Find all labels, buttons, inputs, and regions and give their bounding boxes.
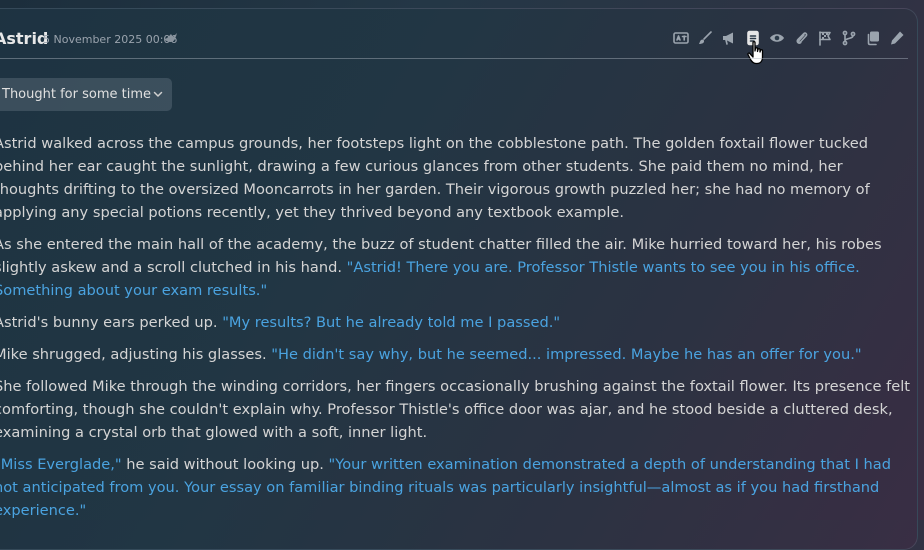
narration-text: Astrid walked across the campus grounds,… <box>0 135 870 221</box>
flag-icon <box>818 31 831 46</box>
bird-icon <box>164 33 177 42</box>
message-paragraph: "Miss Everglade," he said without lookin… <box>0 453 910 522</box>
message-paragraph: Astrid walked across the campus grounds,… <box>0 132 910 224</box>
copy-button[interactable] <box>863 29 882 48</box>
narration-text: Mike shrugged, adjusting his glasses. <box>0 346 272 363</box>
checkpoint-button[interactable] <box>815 29 834 48</box>
hand-pointer-cursor <box>747 41 764 65</box>
translate-button[interactable] <box>671 29 690 48</box>
megaphone-icon <box>722 32 733 45</box>
author-name[interactable]: Astrid <box>0 28 48 50</box>
message-paragraph: Mike shrugged, adjusting his glasses. "H… <box>0 343 910 366</box>
copy-icon <box>867 31 879 46</box>
message-timestamp: 5 November 2025 00:06 <box>43 33 178 46</box>
brush-icon <box>698 31 712 44</box>
header-divider <box>0 58 908 59</box>
thought-toggle[interactable]: Thought for some time <box>0 78 172 111</box>
thought-label: Thought for some time <box>2 87 151 102</box>
narration-text: he said without looking up. <box>121 456 329 473</box>
branch-icon <box>842 30 855 46</box>
paperclip-icon <box>795 32 807 44</box>
dialogue-quote: "Miss Everglade," <box>0 456 122 473</box>
chevron-down-icon <box>153 91 163 97</box>
branch-button[interactable] <box>839 29 858 48</box>
message-paragraph: As she entered the main hall of the acad… <box>0 233 910 302</box>
message-paragraph: Astrid's bunny ears perked up. "My resul… <box>0 311 910 334</box>
attach-button[interactable] <box>791 29 810 48</box>
dialogue-quote: "My results? But he already told me I pa… <box>222 314 561 331</box>
narrate-button[interactable] <box>719 29 738 48</box>
edit-button[interactable] <box>887 29 906 48</box>
translate-icon <box>672 32 689 44</box>
narration-text: Astrid's bunny ears perked up. <box>0 314 223 331</box>
narration-text: She followed Mike through the winding co… <box>0 378 910 441</box>
edit-icon <box>890 31 903 45</box>
message-toolbar <box>671 28 906 48</box>
dialogue-quote: "He didn't say why, but he seemed... imp… <box>271 346 862 363</box>
brush-button[interactable] <box>695 29 714 48</box>
message-paragraph: She followed Mike through the winding co… <box>0 375 910 444</box>
message-body: Astrid walked across the campus grounds,… <box>0 132 910 531</box>
eye-icon <box>769 34 784 42</box>
